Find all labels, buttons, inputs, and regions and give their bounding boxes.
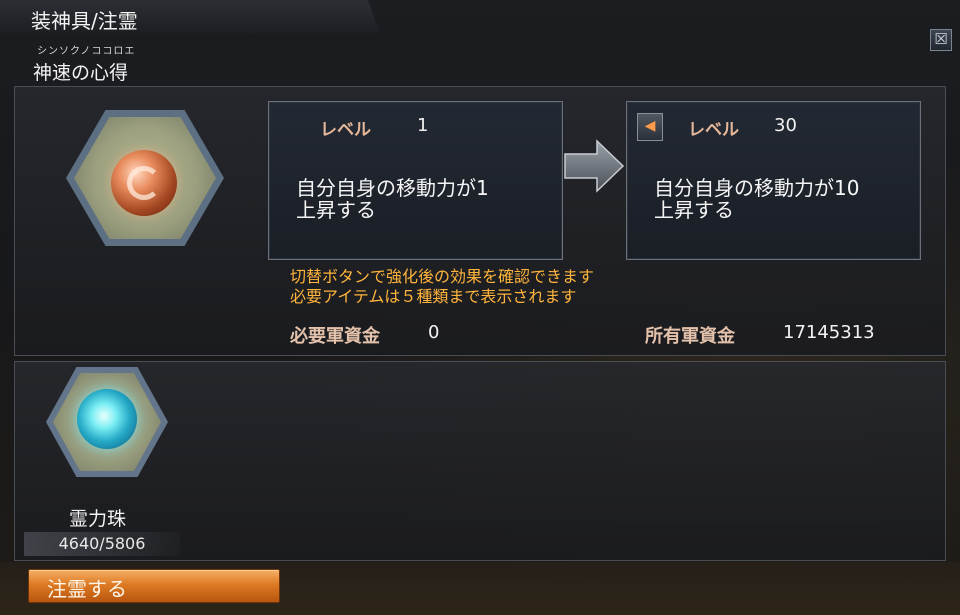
next-effect-line2: 上昇する [654, 198, 734, 222]
notice-line2: 必要アイテムは５種類まで表示されます [290, 287, 577, 306]
apply-spirit-button[interactable]: 注霊する [28, 569, 280, 603]
notice-line1: 切替ボタンで強化後の効果を確認できます [290, 267, 595, 286]
close-button[interactable]: ☒ [930, 29, 952, 51]
required-funds-label: 必要軍資金 [290, 326, 380, 347]
level-toggle-button[interactable]: ◀ [637, 113, 663, 141]
current-level-label: レベル [320, 120, 371, 140]
item-count: 4640/5806 [24, 532, 180, 556]
skill-name: 神速の心得 [33, 62, 129, 84]
current-effect-line1: 自分自身の移動力が1 [296, 176, 489, 200]
current-effect-line2: 上昇する [296, 198, 376, 222]
item-name: 霊力珠 [69, 508, 127, 530]
required-items-panel [14, 361, 946, 561]
apply-spirit-label: 注霊する [47, 577, 127, 601]
window-title: 装神具/注霊 [31, 9, 138, 33]
current-level-value: 1 [417, 115, 429, 136]
next-level-value: 30 [774, 115, 797, 136]
spirit-orb-icon [77, 389, 137, 449]
owned-funds-value: 17145313 [783, 322, 875, 343]
arrow-right-icon [564, 139, 625, 193]
current-level-box: レベル 1 自分自身の移動力が1 上昇する [268, 101, 563, 260]
swirl-mark-icon [127, 166, 161, 200]
next-level-label: レベル [688, 120, 739, 140]
owned-funds-label: 所有軍資金 [645, 326, 735, 347]
next-level-box: レベル 30 自分自身の移動力が10 上昇する [626, 101, 921, 260]
required-funds-value: 0 [428, 322, 440, 343]
skill-name-ruby: シンソクノココロエ [37, 46, 136, 57]
notice-text: 切替ボタンで強化後の効果を確認できます 必要アイテムは５種類まで表示されます [290, 267, 594, 307]
next-effect-line1: 自分自身の移動力が10 [654, 176, 860, 200]
